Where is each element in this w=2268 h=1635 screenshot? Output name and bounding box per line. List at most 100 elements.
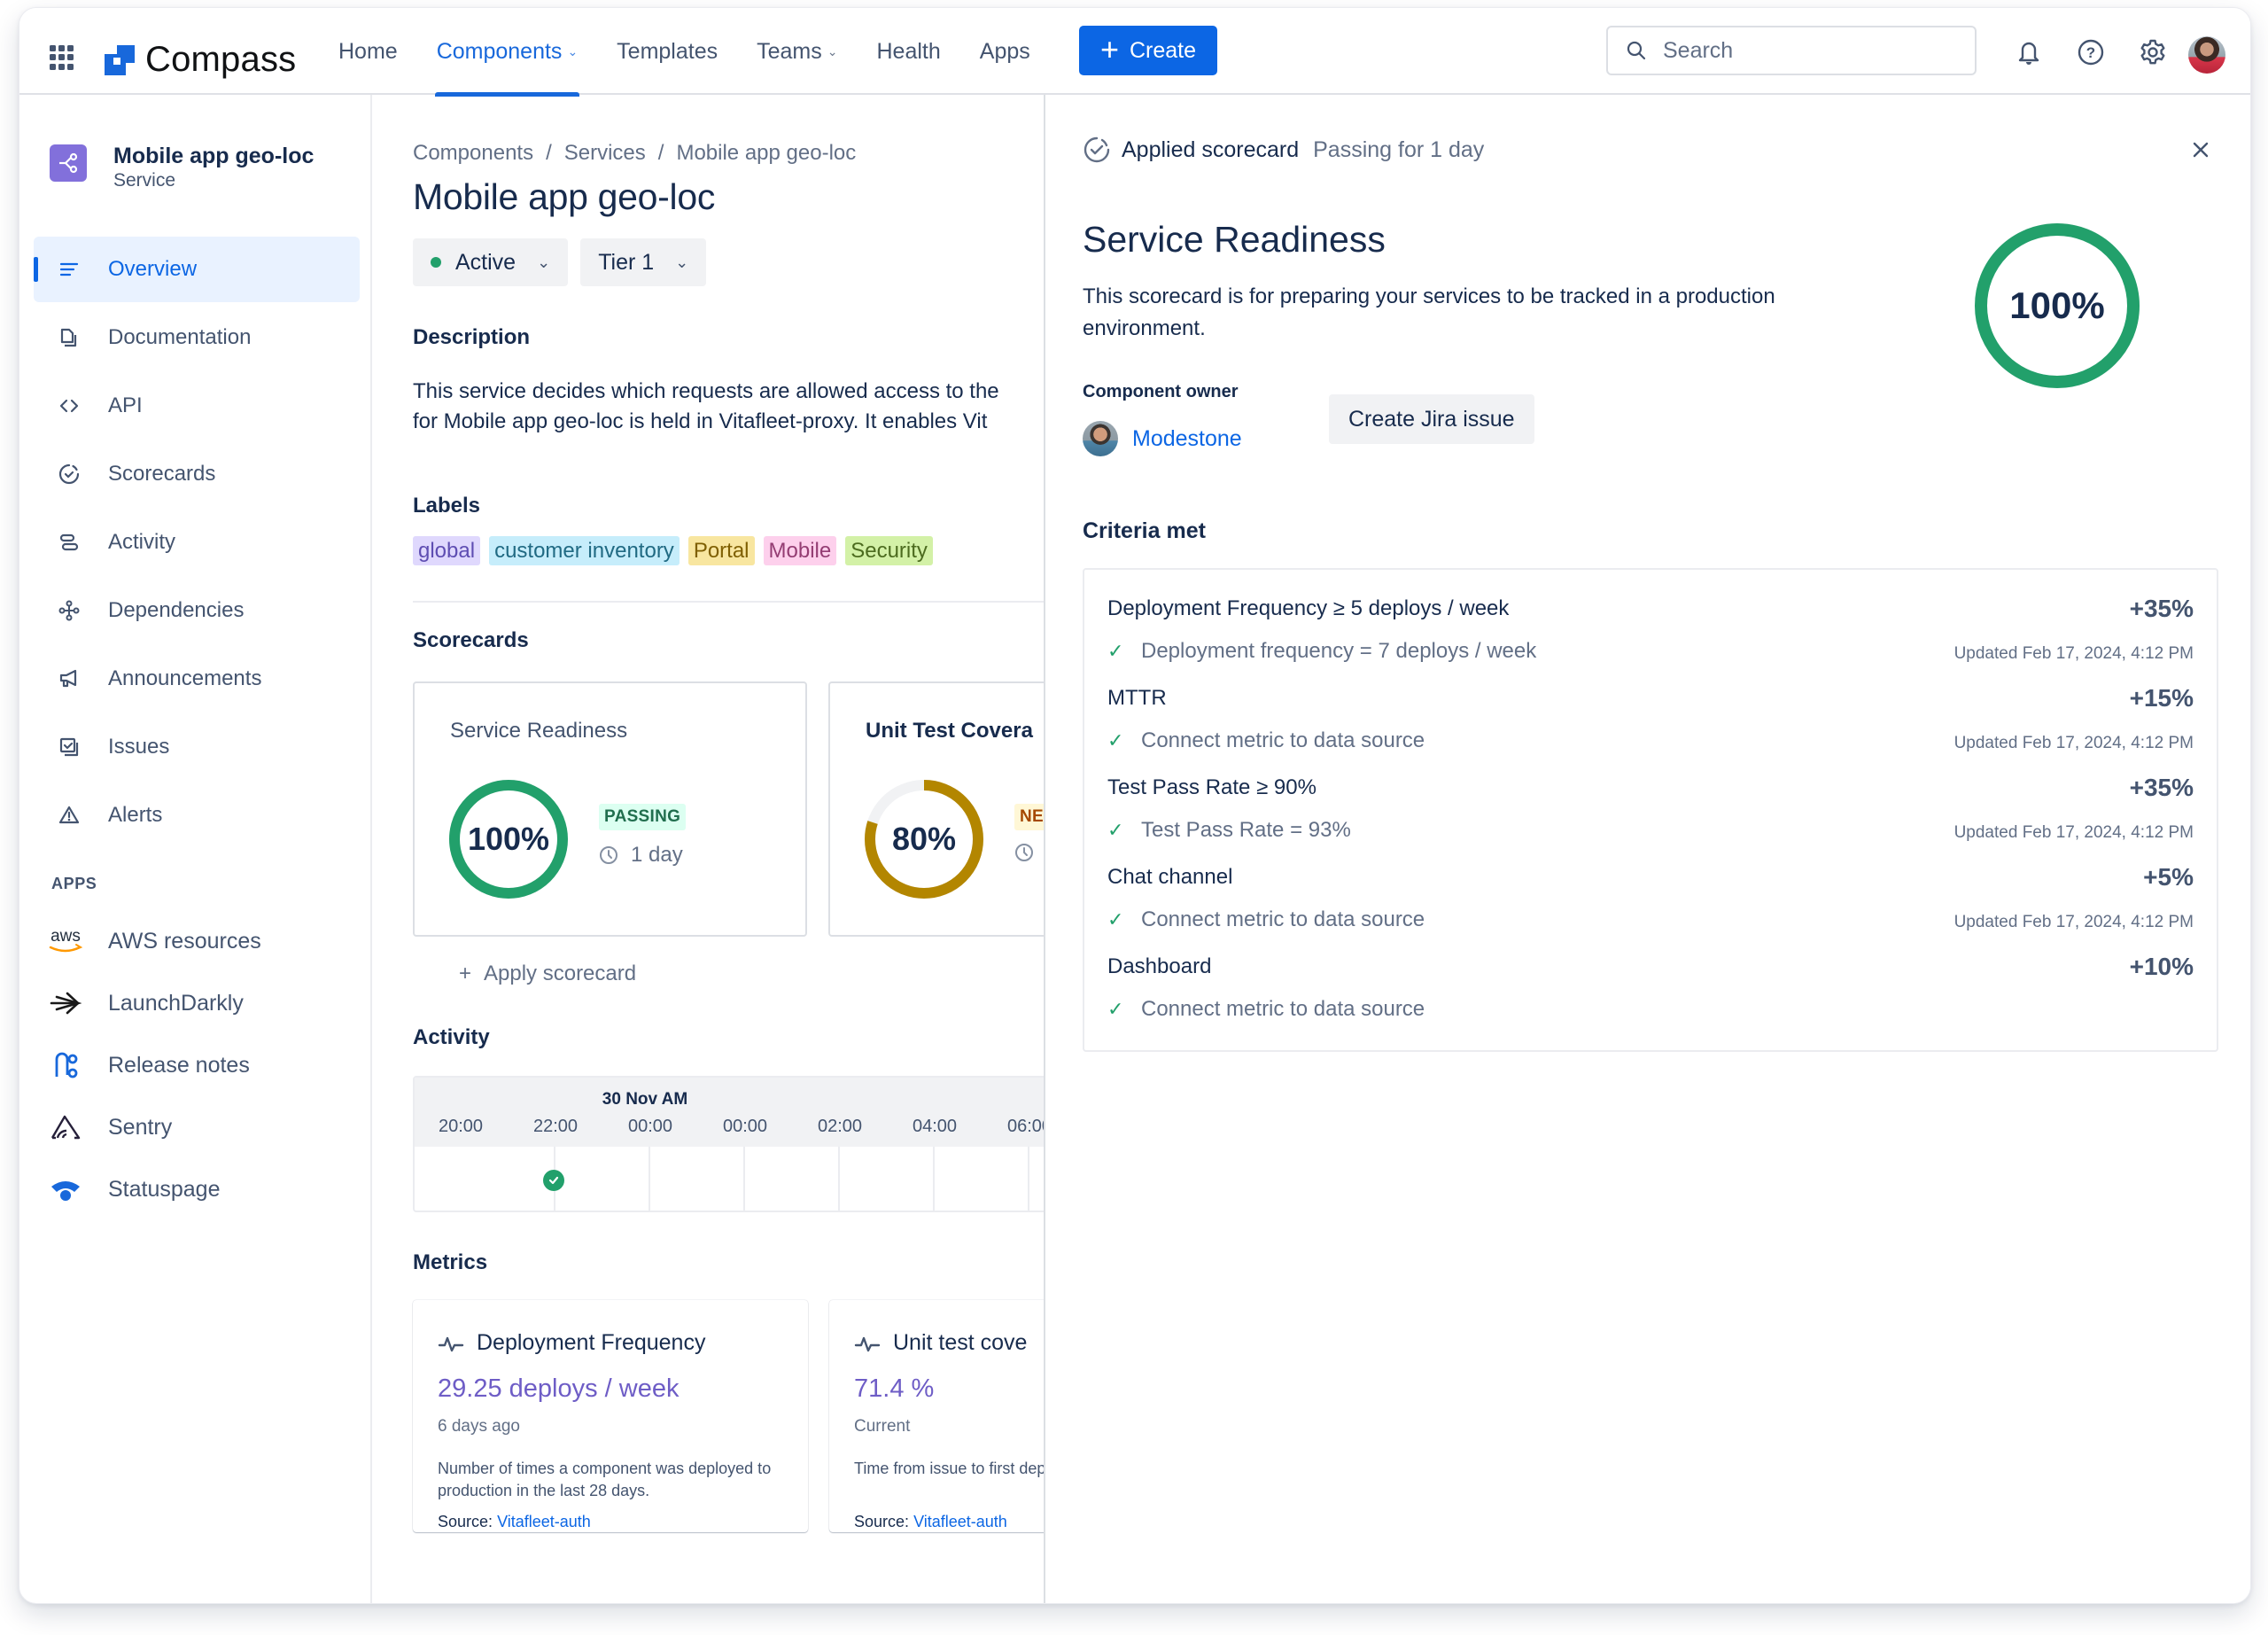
create-button[interactable]: + Create [1079,26,1217,75]
activity-event-success-icon[interactable] [543,1170,564,1191]
criteria-item: MTTR +15% ✓ Connect metric to data source Up… [1107,684,2194,775]
sidebar-item-label: Scorecards [108,462,216,486]
app-switcher-icon[interactable] [50,45,74,70]
timeline-tick-label: 04:00 [912,1117,958,1136]
sidebar-item-announcements[interactable]: Announcements [34,646,360,712]
statuspage-icon [46,1172,85,1207]
criteria-item: Test Pass Rate ≥ 90% +35% ✓ Test Pass Rate … [1107,774,2194,864]
apply-scorecard-button[interactable]: + Apply scorecard [459,962,636,986]
panel-header-status: Passing for 1 day [1313,136,1485,162]
metric-source-link[interactable]: Vitafleet-auth [497,1513,591,1530]
create-jira-issue-button[interactable]: Create Jira issue [1329,394,1534,444]
pulse-icon [438,1336,464,1351]
sidebar-app-aws-resources[interactable]: aws AWS resources [46,910,356,972]
help-icon[interactable]: ? [2077,38,2105,66]
sidebar-item-label: Activity [108,530,176,554]
timeline-gridline [838,1147,840,1211]
scorecards-heading: Scorecards [413,628,529,652]
label-tag[interactable]: Security [845,536,933,565]
scorecard-card[interactable]: Unit Test Covera 80% NE [828,681,1063,937]
sentry-icon [46,1109,85,1145]
nav-apps[interactable]: Apps [960,8,1050,95]
activity-timeline: 30 Nov AM 20:00 22:00 00:00 00:00 02:00 04:00… [413,1076,1063,1212]
tier-dropdown[interactable]: Tier 1 ⌄ [580,238,707,286]
clock-icon [600,846,617,864]
nav-teams[interactable]: Teams ⌄ [737,8,857,95]
nav-health[interactable]: Health [858,8,960,95]
sidebar-app-launchdarkly[interactable]: LaunchDarkly [46,972,356,1034]
nav-label: Templates [617,38,718,64]
sidebar-item-issues[interactable]: Issues [34,714,360,780]
sidebar-item-label: Alerts [108,803,163,827]
nav-label: Apps [979,38,1030,64]
timeline-gridline [933,1147,935,1211]
criteria-detail-text: Connect metric to data source [1141,728,1425,752]
apps-section-heading: APPS [51,875,97,892]
metric-source-link[interactable]: Vitafleet-auth [913,1513,1007,1530]
criteria-updated: Updated Feb 17, 2024, 4:12 PM [1953,913,2194,931]
timeline-gridline [743,1147,745,1211]
sidebar-item-activity[interactable]: Activity [34,510,360,575]
check-icon: ✓ [1107,908,1124,930]
sidebar-item-documentation[interactable]: Documentation [34,305,360,370]
criteria-name: Dashboard [1107,954,1212,978]
timeline-tick-label: 00:00 [627,1117,673,1136]
criteria-heading: Criteria met [1083,518,1206,543]
dependencies-icon [57,598,82,623]
labels-heading: Labels [413,494,481,518]
notification-bell-icon[interactable] [2015,38,2043,66]
sidebar-item-dependencies[interactable]: Dependencies [34,578,360,643]
criteria-item: Dashboard +10% ✓ Connect metric to data sou… [1107,953,2194,1043]
label-tag[interactable]: Mobile [763,536,837,565]
label-tag[interactable]: global [413,536,481,565]
compass-logo-icon [105,44,135,75]
nav-home[interactable]: Home [319,8,417,95]
scorecard-score-ring: 100% [1972,221,2142,391]
duration-value: 1 day [631,843,683,867]
scorecard-name: Unit Test Covera [866,719,1033,743]
search-field[interactable] [1606,26,1977,75]
status-dropdown[interactable]: Active ⌄ [413,238,569,286]
metric-card[interactable]: Unit test cove 71.4 % Current Time from iss… [829,1300,1063,1532]
component-sidebar: Mobile app geo-loc Service Overview Docum… [19,95,372,1603]
sidebar-item-overview[interactable]: Overview [34,237,360,302]
component-owner-link[interactable]: Modestone [1083,421,1242,456]
panel-header-label: Applied scorecard [1122,136,1300,162]
component-overview: Components / Services / Mobile app geo-loc M… [374,95,1063,1603]
label-tag[interactable]: customer inventory [489,536,680,565]
metric-card[interactable]: Deployment Frequency 29.25 deploys / week… [413,1300,808,1532]
sidebar-item-alerts[interactable]: Alerts [34,782,360,848]
nav-label: Health [876,38,941,64]
breadcrumb-item[interactable]: Services [564,141,646,166]
metrics-heading: Metrics [413,1250,488,1274]
section-divider [413,601,1063,603]
criteria-weight: +5% [2143,863,2194,891]
criteria-weight: +35% [2129,774,2194,801]
scorecard-status-badge: PASSING [599,804,687,830]
metric-title-text: Unit test cove [893,1330,1028,1355]
nav-templates[interactable]: Templates [597,8,737,95]
warning-icon [57,803,82,828]
user-avatar[interactable] [2188,36,2225,74]
settings-gear-icon[interactable] [2139,38,2167,66]
launchdarkly-icon [46,985,85,1021]
close-panel-button[interactable] [2185,134,2217,166]
label-tag[interactable]: Portal [687,536,755,565]
breadcrumb-item[interactable]: Components [413,141,533,166]
sidebar-app-statuspage[interactable]: Statuspage [46,1158,356,1220]
breadcrumb-item[interactable]: Mobile app geo-loc [676,141,856,166]
sidebar-app-release-notes[interactable]: Release notes [46,1034,356,1096]
tier-value: Tier 1 [598,249,655,275]
scorecard-card[interactable]: Service Readiness 100% PASSING 1 day [413,681,807,937]
nav-components[interactable]: Components ⌄ [417,8,597,97]
sidebar-item-api[interactable]: API [34,373,360,439]
search-input[interactable] [1663,37,1929,64]
check-icon: ✓ [1107,998,1124,1020]
description-line: This service decides which requests are … [413,379,999,403]
sidebar-app-sentry[interactable]: Sentry [46,1096,356,1158]
scorecard-duration [1014,843,1046,862]
sidebar-item-scorecards[interactable]: Scorecards [34,441,360,507]
compass-logo[interactable]: Compass [105,40,296,80]
component-header: Mobile app geo-loc Service [50,143,314,192]
criteria-detail-text: Connect metric to data source [1141,997,1425,1021]
